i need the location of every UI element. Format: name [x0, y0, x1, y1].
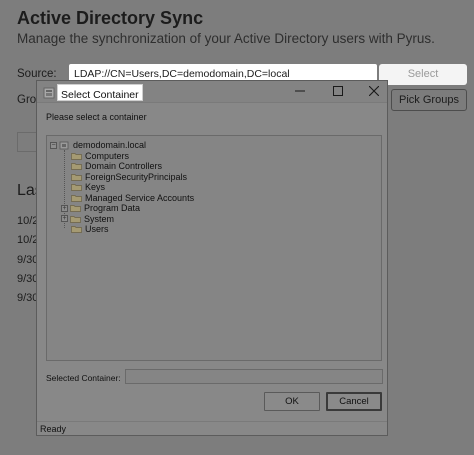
dialog-titlebar[interactable]: Select Container	[37, 81, 387, 103]
folder-icon	[71, 152, 82, 160]
selected-container-label: Selected Container:	[46, 373, 121, 383]
container-tree[interactable]: − demodomain.local Computers Domain Cont…	[46, 135, 382, 361]
tree-node-label: ForeignSecurityPrincipals	[85, 171, 188, 182]
tree-root-label: demodomain.local	[73, 140, 147, 150]
log-item: 9/30	[17, 292, 37, 305]
tree-node-label: Keys	[85, 182, 106, 192]
pick-groups-button[interactable]: Pick Groups	[391, 89, 467, 111]
folder-icon	[70, 215, 81, 223]
folder-icon	[71, 194, 82, 202]
tree-node-foreign-security-principals[interactable]: ForeignSecurityPrincipals	[71, 172, 187, 183]
tree-node-domain-controllers[interactable]: Domain Controllers	[71, 161, 162, 172]
tree-node-label: Domain Controllers	[85, 161, 163, 171]
domain-icon	[59, 141, 70, 150]
expand-icon[interactable]: +	[61, 215, 68, 223]
source-value: LDAP://CN=Users,DC=demodomain,DC=local	[74, 68, 290, 80]
log-item: 10/2	[17, 234, 37, 247]
tree-node-label: Computers	[85, 150, 130, 161]
log-item: 9/30	[17, 253, 37, 266]
tree-root-node[interactable]: − demodomain.local	[50, 140, 146, 151]
expand-icon[interactable]: +	[61, 204, 68, 212]
tree-node-label: Users	[85, 224, 109, 234]
folder-icon	[71, 225, 82, 234]
folder-icon	[70, 204, 81, 213]
tree-node-system[interactable]: + System	[61, 214, 114, 225]
tree-node-managed-service-accounts[interactable]: Managed Service Accounts	[71, 193, 194, 204]
folder-icon	[71, 183, 82, 192]
groups-label: Groups	[17, 94, 36, 106]
log-item: 9/30	[17, 272, 37, 285]
dialog-prompt: Please select a container	[46, 112, 147, 122]
folder-icon	[71, 162, 82, 171]
maximize-button[interactable]	[321, 81, 355, 103]
tree-node-label: Program Data	[84, 203, 141, 213]
tree-node-label: Managed Service Accounts	[85, 192, 195, 203]
tree-node-program-data[interactable]: + Program Data	[61, 203, 140, 214]
status-text: Ready	[40, 424, 67, 434]
minimize-icon	[295, 83, 305, 101]
selected-container-field[interactable]	[125, 369, 383, 384]
page-title: Active Directory Sync	[17, 8, 204, 28]
sync-log-list: 10/2 10/2 9/30 9/30 9/30	[17, 212, 37, 308]
page-subtitle: Manage the synchronization of your Activ…	[17, 31, 435, 46]
select-button[interactable]: Select	[379, 64, 467, 85]
close-button[interactable]	[357, 81, 391, 103]
tree-node-label: System	[84, 213, 115, 224]
tree-node-keys[interactable]: Keys	[71, 182, 105, 193]
minimize-button[interactable]	[283, 81, 317, 103]
close-icon	[368, 83, 380, 101]
dialog-title-highlight: Select Container	[57, 84, 143, 101]
hidden-button[interactable]	[17, 132, 37, 152]
select-container-dialog: Select Container Please select a contain…	[36, 80, 388, 436]
tree-node-users[interactable]: Users	[71, 224, 109, 235]
last-sync-heading: Last	[17, 182, 36, 199]
app-icon	[43, 86, 55, 99]
status-bar: Ready	[37, 421, 387, 435]
log-item: 10/2	[17, 215, 37, 227]
ok-button[interactable]: OK	[264, 392, 320, 411]
cancel-button[interactable]: Cancel	[326, 392, 382, 411]
maximize-icon	[333, 83, 343, 101]
tree-node-computers[interactable]: Computers	[71, 151, 129, 162]
collapse-icon[interactable]: −	[50, 141, 57, 149]
source-label: Source:	[17, 68, 57, 80]
folder-icon	[71, 173, 82, 181]
dialog-title: Select Container	[61, 89, 139, 101]
